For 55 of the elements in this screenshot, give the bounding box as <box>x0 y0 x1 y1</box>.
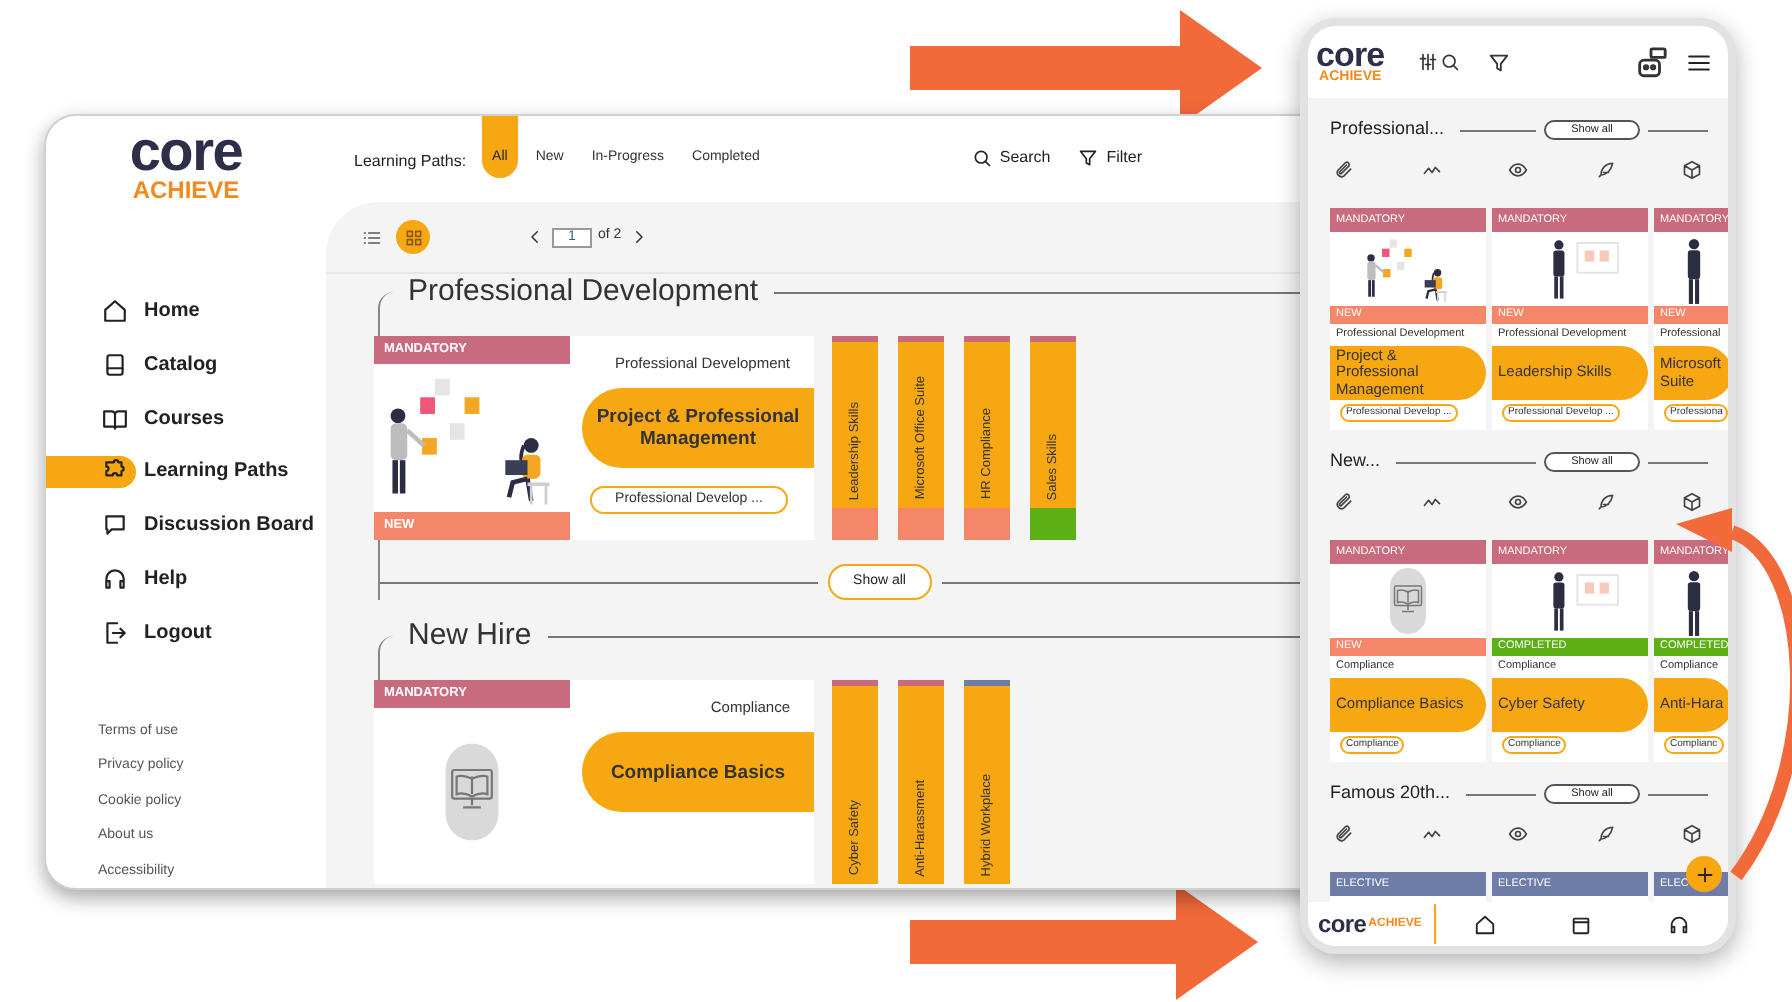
nav-item[interactable]: Help <box>46 552 326 606</box>
nav-item[interactable]: Courses <box>46 391 326 445</box>
nav-item[interactable]: Learning Paths <box>46 445 326 499</box>
filter-icon <box>1078 148 1099 168</box>
filter-label: Learning Paths: <box>354 150 467 174</box>
logo-tagline: ACHIEVE <box>132 178 240 202</box>
course-title: Compliance Basics <box>582 732 814 813</box>
section-title: Famous 20th... <box>1330 780 1451 807</box>
sliders-icon[interactable] <box>1418 52 1439 72</box>
nav-item[interactable]: Home <box>46 284 326 338</box>
section-title: New Hire <box>406 615 534 656</box>
cube-icon[interactable] <box>1682 160 1702 180</box>
home-icon <box>102 298 128 325</box>
logout-icon <box>102 619 128 646</box>
list-icon <box>361 227 381 247</box>
chevron-left-icon[interactable] <box>526 228 544 246</box>
eye-icon[interactable] <box>1508 160 1528 180</box>
feather-icon[interactable] <box>1595 492 1615 512</box>
cube-icon[interactable] <box>1682 492 1702 512</box>
section-title: Professional... <box>1330 116 1445 143</box>
add-button[interactable] <box>1686 856 1722 892</box>
paperclip-icon[interactable] <box>1334 160 1354 180</box>
logo-wordmark: core <box>1316 39 1385 69</box>
plus-icon <box>1693 863 1715 885</box>
paperclip-icon[interactable] <box>1334 492 1354 512</box>
feather-icon[interactable] <box>1595 824 1615 844</box>
headset-icon <box>102 565 128 592</box>
search-button[interactable]: Search <box>971 146 1051 170</box>
headset-icon[interactable] <box>1668 913 1691 935</box>
eye-icon[interactable] <box>1508 824 1528 844</box>
filter-icon[interactable] <box>1488 51 1511 73</box>
section-title: Professional Development <box>406 271 761 312</box>
section-title: New... <box>1330 448 1381 475</box>
search-icon <box>971 148 992 168</box>
home-icon[interactable] <box>1473 913 1496 935</box>
view-toggle[interactable] <box>396 220 430 254</box>
nav-item[interactable]: Catalog <box>46 338 326 392</box>
nav-item[interactable]: Discussion Board <box>46 498 326 552</box>
paperclip-icon[interactable] <box>1334 824 1354 844</box>
speech-bubble-icon <box>102 512 128 539</box>
filter-button[interactable]: Filter <box>1078 146 1142 170</box>
calendar-icon[interactable] <box>1570 913 1593 935</box>
grid-icon <box>403 227 423 247</box>
feather-icon[interactable] <box>1595 160 1615 180</box>
open-book-icon <box>102 405 128 432</box>
nav-item[interactable]: Logout <box>46 605 326 659</box>
cube-icon[interactable] <box>1682 824 1702 844</box>
menu-icon[interactable] <box>1686 49 1712 75</box>
book-icon <box>102 351 128 378</box>
eye-icon[interactable] <box>1508 492 1528 512</box>
logo-wordmark: core <box>1318 908 1367 942</box>
course-title: Project & Professional Management <box>582 388 814 469</box>
logo-wordmark: core <box>129 126 243 178</box>
search-icon[interactable] <box>1440 52 1461 72</box>
robot-icon[interactable] <box>1634 45 1668 79</box>
